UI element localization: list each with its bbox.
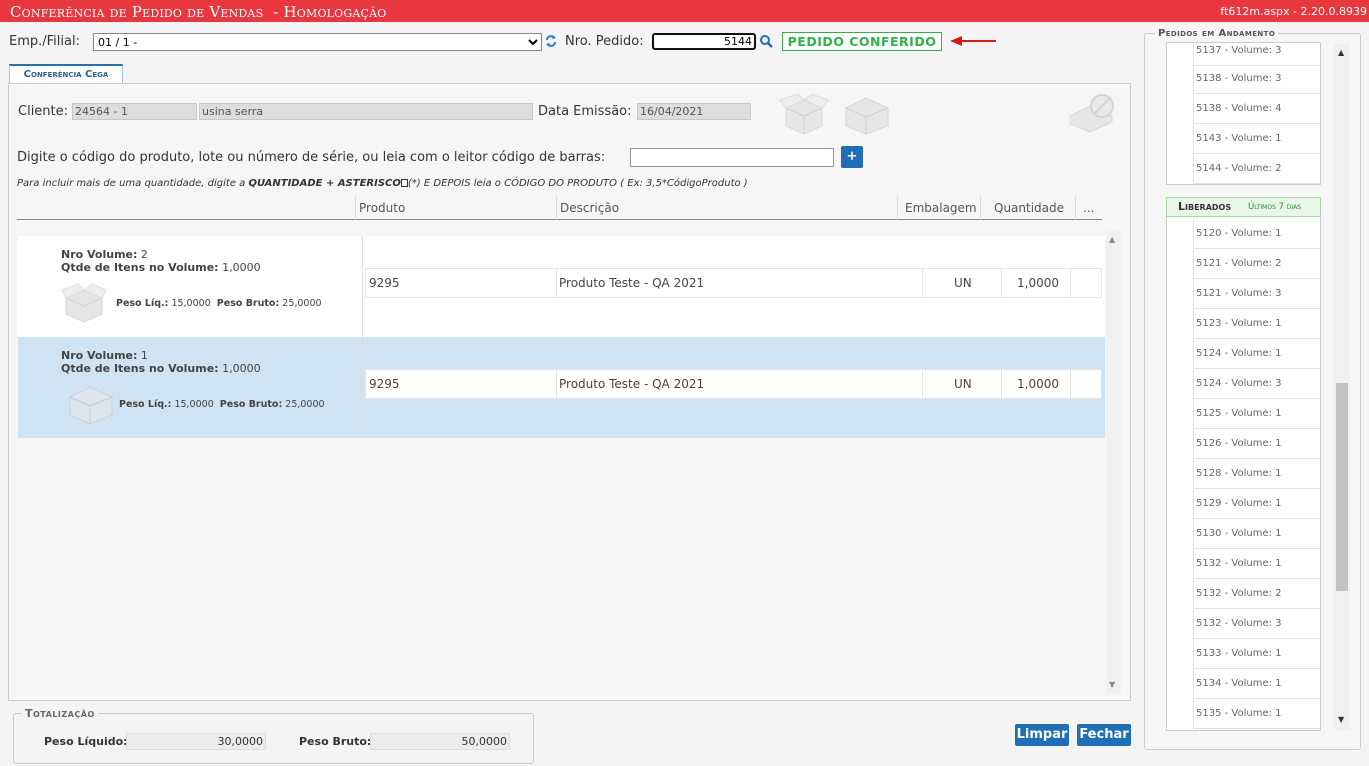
limpar-button[interactable]: Limpar [1015,724,1069,746]
list-item[interactable]: 5128 - Volume: 1 [1193,459,1320,489]
closed-box-icon[interactable] [840,90,894,135]
date-label: Data Emissão: [538,104,632,119]
orders-scrollbar[interactable]: ▲ ▼ [1334,44,1350,730]
list-item[interactable]: 5138 - Volume: 3 [1193,64,1320,94]
col-embalagem[interactable]: Embalagem [902,196,977,220]
scroll-up-icon[interactable]: ▲ [1109,235,1115,244]
window-title: Conferência de Pedido de Vendas - Homolo… [10,3,387,21]
list-item[interactable]: 5130 - Volume: 1 [1193,519,1320,549]
volume-items: Qtde de Itens no Volume: 1,0000 [61,362,261,375]
total-bruto-value: 50,0000 [370,733,510,750]
scan-label: Digite o código do produto, lote ou núme… [17,150,606,165]
arrow-annotation-icon [950,35,998,47]
list-item[interactable]: 5135 - Volume: 1 [1193,699,1320,729]
list-item[interactable]: 5121 - Volume: 3 [1193,279,1320,309]
list-item[interactable]: 5124 - Volume: 1 [1193,339,1320,369]
total-liquido-label: Peso Líquido: [44,735,128,748]
list-item[interactable]: 5126 - Volume: 1 [1193,429,1320,459]
scan-input[interactable] [630,148,834,167]
list-item[interactable]: 5132 - Volume: 2 [1193,579,1320,609]
filial-select[interactable]: 01 / 1 - [93,33,542,51]
list-item[interactable]: 5125 - Volume: 1 [1193,399,1320,429]
pedido-input[interactable] [652,33,756,50]
grid-scrollbar[interactable]: ▲ ▼ [1106,231,1121,693]
volume-number: Nro Volume: 2 [61,248,148,261]
refresh-icon[interactable] [544,33,558,49]
fechar-button[interactable]: Fechar [1077,724,1131,746]
list-item[interactable]: 5134 - Volume: 1 [1193,669,1320,699]
orders-panel-legend: Pedidos em Andamento [1155,28,1279,39]
hint-text: Para incluir mais de uma quantidade, dig… [17,178,748,189]
client-code-field: 24564 - 1 [72,103,197,120]
scroll-down-icon[interactable]: ▼ [1109,680,1115,689]
tab-conferencia-cega[interactable]: Conferência Cega [9,64,123,84]
list-item[interactable]: 5124 - Volume: 3 [1193,369,1320,399]
date-field: 16/04/2021 [637,103,751,120]
pedido-label: Nro. Pedido: [565,34,644,49]
scrollbar-thumb[interactable] [1336,383,1348,591]
title-bar: Conferência de Pedido de Vendas - Homolo… [0,0,1369,22]
volume-number: Nro Volume: 1 [61,349,148,362]
add-button[interactable]: + [841,146,863,168]
liberados-header: Liberados Últimos 7 dias [1166,197,1321,217]
table-row[interactable]: 9295 Produto Teste - QA 2021 UN 1,0000 [365,369,1102,399]
list-item[interactable]: 5133 - Volume: 1 [1193,639,1320,669]
col-produto[interactable]: Produto [356,196,405,220]
volume-row-selected[interactable]: Nro Volume: 1 Qtde de Itens no Volume: 1… [18,337,1105,438]
grid-header: Produto Descrição Embalagem Quantidade .… [17,196,1102,220]
scroll-down-icon[interactable]: ▼ [1338,715,1344,724]
cancel-box-icon[interactable] [1068,90,1122,134]
table-row[interactable]: 9295 Produto Teste - QA 2021 UN 1,0000 [365,268,1102,298]
open-box-icon[interactable] [778,90,832,135]
list-item[interactable]: 5121 - Volume: 2 [1193,249,1320,279]
total-liquido-value: 30,0000 [126,733,266,750]
list-item[interactable]: 5132 - Volume: 3 [1193,609,1320,639]
client-name-field: usina serra [199,103,533,120]
list-item[interactable]: 5143 - Volume: 1 [1193,124,1320,154]
col-more[interactable]: ... [1080,196,1094,220]
list-item[interactable]: 5137 - Volume: 3 [1193,43,1320,66]
liberados-list: 5120 - Volume: 1 5121 - Volume: 2 5121 -… [1166,217,1321,731]
client-label: Cliente: [18,104,69,119]
search-icon[interactable] [759,34,774,49]
andamento-list: 5137 - Volume: 3 5138 - Volume: 3 5138 -… [1166,42,1321,185]
list-item[interactable]: 5138 - Volume: 4 [1193,94,1320,124]
totals-legend: Totalização [22,707,98,720]
closed-box-icon [66,381,116,425]
list-item[interactable]: 5123 - Volume: 1 [1193,309,1320,339]
volume-items: Qtde de Itens no Volume: 1,0000 [61,261,261,274]
list-item[interactable]: 5144 - Volume: 2 [1193,154,1320,184]
list-item[interactable]: 5132 - Volume: 1 [1193,549,1320,579]
scroll-up-icon[interactable]: ▲ [1338,48,1344,57]
list-item[interactable]: 5120 - Volume: 1 [1193,219,1320,249]
volume-weights: Peso Líq.: 15,0000 Peso Bruto: 25,0000 [116,298,322,309]
status-badge: PEDIDO CONFERIDO [782,32,942,51]
col-quantidade[interactable]: Quantidade [991,196,1064,220]
open-box-icon [60,280,110,323]
col-descricao[interactable]: Descrição [557,196,619,220]
volume-row[interactable]: Nro Volume: 2 Qtde de Itens no Volume: 1… [18,236,1105,337]
filial-label: Emp./Filial: [9,34,80,49]
list-item[interactable]: 5129 - Volume: 1 [1193,489,1320,519]
version-label: ft612m.aspx - 2.20.0.8939 [1220,5,1367,18]
volume-weights: Peso Líq.: 15,0000 Peso Bruto: 25,0000 [119,399,325,410]
total-bruto-label: Peso Bruto: [299,735,372,748]
